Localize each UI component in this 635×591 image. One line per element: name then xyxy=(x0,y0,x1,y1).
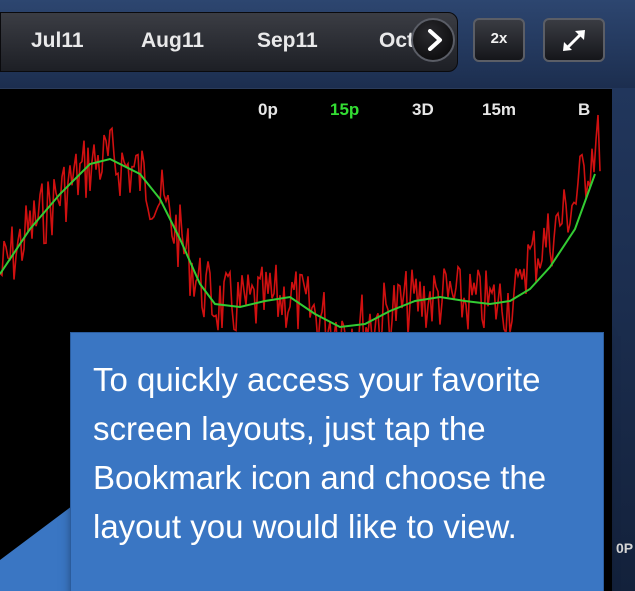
zoom-button[interactable]: 2x xyxy=(473,18,525,62)
bookmark-tab[interactable]: B xyxy=(578,100,590,120)
interval-tab[interactable]: 0p xyxy=(258,100,278,120)
interval-tab-active[interactable]: 15p xyxy=(330,100,359,120)
app-screen: Jul11 Aug11 Sep11 Oct11 2x 0p 15p 3D 15m… xyxy=(0,0,635,591)
interval-tab[interactable]: 3D xyxy=(412,100,434,120)
timeline-next-button[interactable] xyxy=(411,18,455,62)
fullscreen-button[interactable] xyxy=(543,18,605,62)
zoom-label: 2x xyxy=(490,30,508,47)
top-toolbar: Jul11 Aug11 Sep11 Oct11 2x xyxy=(0,0,635,88)
timeline-scroller[interactable]: Jul11 Aug11 Sep11 Oct11 xyxy=(0,12,458,72)
price-axis-label: 0P xyxy=(616,540,634,556)
price-axis-strip: 0P xyxy=(612,88,635,591)
interval-tab[interactable]: 15m xyxy=(482,100,516,120)
chevron-right-icon xyxy=(428,29,442,51)
month-label[interactable]: Sep11 xyxy=(257,29,318,53)
month-label[interactable]: Aug11 xyxy=(141,29,204,53)
price-line xyxy=(0,114,601,360)
expand-arrows-icon xyxy=(563,30,585,51)
month-label[interactable]: Jul11 xyxy=(31,29,84,53)
tip-text: To quickly access your favorite screen l… xyxy=(93,361,547,545)
tip-callout: To quickly access your favorite screen l… xyxy=(70,332,604,591)
